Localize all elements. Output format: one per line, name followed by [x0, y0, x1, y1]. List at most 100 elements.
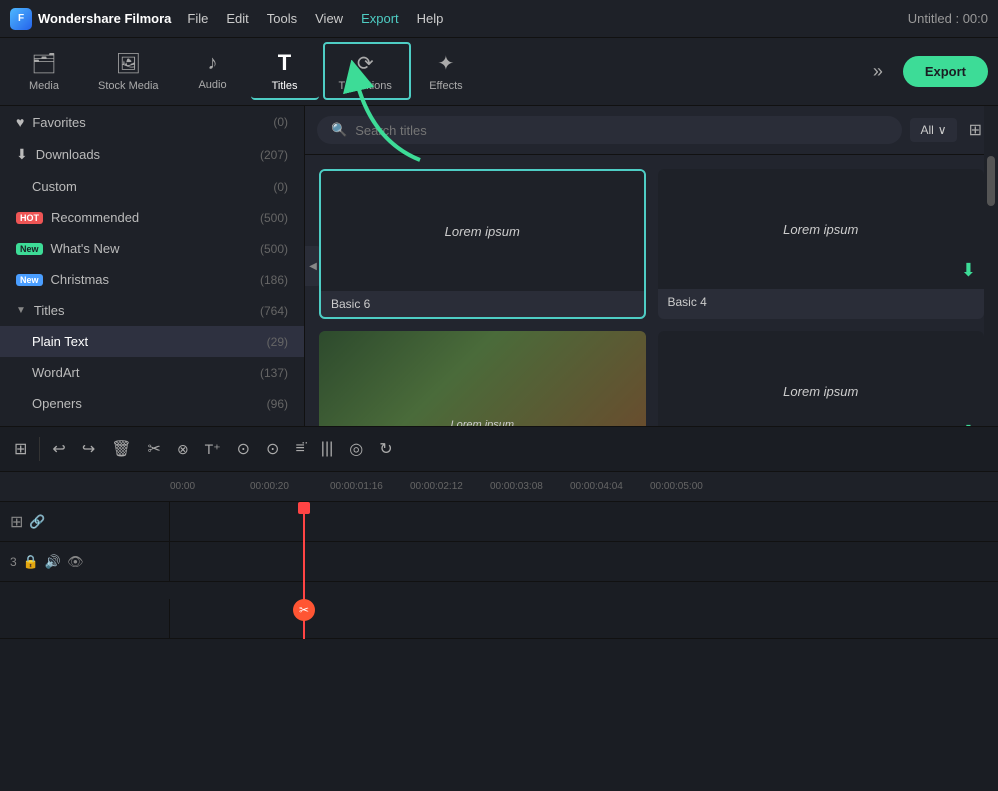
menu-left: F Wondershare Filmora File Edit Tools Vi…	[10, 8, 443, 30]
export-button[interactable]: Export	[903, 56, 988, 87]
timeline-row-1-label: ⊞ 🔗	[0, 502, 170, 541]
recommended-count: (500)	[260, 211, 288, 225]
playhead-diamond[interactable]: ✂	[293, 599, 315, 621]
toolbar-expand-btn[interactable]: »	[865, 53, 891, 90]
menu-export[interactable]: Export	[361, 11, 399, 26]
title-label-basic4: Basic 4	[658, 289, 985, 315]
title-card-basic1[interactable]: Lorem ipsum Basic 1	[319, 331, 646, 426]
preview-text-basic6: Lorem ipsum	[445, 224, 520, 239]
time-marker-1: 00:00:20	[250, 481, 330, 492]
custom-label: Custom	[32, 179, 77, 194]
stock-icon: 🖼	[116, 51, 141, 76]
rotate-icon[interactable]: ↻	[375, 435, 396, 463]
redo-icon[interactable]: ↪	[78, 435, 99, 463]
sidebar-item-recommended[interactable]: HOT Recommended (500)	[0, 202, 304, 233]
media-icon: 🗂	[31, 51, 56, 76]
undo-icon[interactable]: ↩	[48, 435, 69, 463]
bars-icon[interactable]: |||	[317, 436, 337, 462]
christmas-label: Christmas	[51, 272, 110, 287]
search-input-wrap[interactable]: 🔍	[317, 116, 902, 144]
timeline-row-3	[0, 599, 998, 639]
stock-label: Stock Media	[98, 80, 159, 92]
delete-icon[interactable]: 🗑	[107, 435, 135, 463]
audio-label: Audio	[198, 79, 226, 91]
title-card-basic5[interactable]: Lorem ipsum ⬇ Basic 5	[658, 331, 985, 426]
timeline-header: 00:00 00:00:20 00:00:01:16 00:00:02:12 0…	[0, 472, 998, 502]
menu-tools[interactable]: Tools	[267, 11, 297, 26]
titles-grid: Lorem ipsum Basic 6 Lorem ipsum ⬇ Basic …	[305, 155, 998, 426]
menu-help[interactable]: Help	[417, 11, 444, 26]
time-icon[interactable]: ⊙	[233, 435, 254, 463]
titles-icon: T	[278, 50, 291, 76]
time-marker-3: 00:00:02:12	[410, 481, 490, 492]
sidebar-item-downloads[interactable]: ⬇ Downloads (207)	[0, 138, 304, 171]
logo-icon: F	[10, 8, 32, 30]
grid-icon[interactable]: ⊞	[10, 435, 31, 463]
main-area: ♥ Favorites (0) ⬇ Downloads (207) Custom…	[0, 106, 998, 426]
title-card-basic4[interactable]: Lorem ipsum ⬇ Basic 4	[658, 169, 985, 319]
add-track-icon[interactable]: ⊞	[10, 512, 23, 532]
download-icon-basic5[interactable]: ⬇	[961, 422, 976, 426]
menu-view[interactable]: View	[315, 11, 343, 26]
titles-sidebar-label: Titles	[34, 303, 65, 318]
sidebar-item-openers[interactable]: Openers (96)	[0, 388, 304, 419]
cut-icon[interactable]: ✂	[144, 435, 165, 463]
circle-icon[interactable]: ◎	[345, 435, 367, 463]
time-marker-2: 00:00:01:16	[330, 481, 410, 492]
sidebar-item-christmas[interactable]: New Christmas (186)	[0, 264, 304, 295]
eye-icon[interactable]: 👁	[67, 554, 84, 570]
clock-icon[interactable]: ⊙	[262, 435, 283, 463]
plain-text-label: Plain Text	[32, 334, 88, 349]
whats-new-count: (500)	[260, 242, 288, 256]
toolbar-titles-btn[interactable]: T Titles	[251, 44, 319, 100]
right-scrollbar[interactable]	[984, 106, 998, 426]
time-marker-5: 00:00:04:04	[570, 481, 650, 492]
grid-view-btn[interactable]: ⊞	[965, 116, 986, 144]
track-num-icon: 3	[10, 555, 17, 569]
sidebar-item-wordart[interactable]: WordArt (137)	[0, 357, 304, 388]
favorites-icon: ♥	[16, 114, 24, 130]
filter-chevron-icon: ∨	[938, 123, 947, 137]
toolbar-effects-btn[interactable]: ✦ Effects	[412, 45, 480, 98]
text-icon[interactable]: T⁺	[201, 437, 225, 462]
toolbar-media-btn[interactable]: 🗂 Media	[10, 45, 78, 98]
toolbar-audio-btn[interactable]: ♪ Audio	[179, 46, 247, 97]
menu-file[interactable]: File	[187, 11, 208, 26]
menu-bar: F Wondershare Filmora File Edit Tools Vi…	[0, 0, 998, 38]
sidebar-item-custom[interactable]: Custom (0)	[0, 171, 304, 202]
timeline-row-2: 3 🔒 🔊 👁	[0, 542, 998, 582]
toolbar-transitions-btn[interactable]: ⟳ Transitions	[323, 45, 408, 98]
filter-select[interactable]: All ∨	[910, 118, 956, 142]
wordart-count: (137)	[260, 366, 288, 380]
downloads-icon: ⬇	[16, 146, 28, 163]
sidebar-item-whats-new[interactable]: New What's New (500)	[0, 233, 304, 264]
volume-icon[interactable]: 🔊	[45, 554, 61, 570]
playhead-top	[298, 502, 310, 514]
title-card-basic6[interactable]: Lorem ipsum Basic 6	[319, 169, 646, 319]
equalizer-icon[interactable]: ≡̈	[291, 436, 308, 462]
search-input[interactable]	[355, 123, 888, 138]
effects-icon: ✦	[438, 51, 455, 76]
crop-icon[interactable]: ⊗	[173, 437, 193, 462]
preview-text-basic4: Lorem ipsum	[783, 222, 858, 237]
toolbar-stock-btn[interactable]: 🖼 Stock Media	[82, 45, 175, 98]
bottom-toolbar: ⊞ ↩ ↪ 🗑 ✂ ⊗ T⁺ ⊙ ⊙ ≡̈ ||| ◎ ↻	[0, 426, 998, 472]
menu-edit[interactable]: Edit	[226, 11, 248, 26]
lock-icon[interactable]: 🔒	[23, 554, 39, 570]
audio-icon: ♪	[208, 52, 218, 75]
titles-count: (764)	[260, 304, 288, 318]
app-logo: F Wondershare Filmora	[10, 8, 171, 30]
timeline-row-2-label: 3 🔒 🔊 👁	[0, 542, 170, 581]
sidebar-item-titles[interactable]: ▼ Titles (764)	[0, 295, 304, 326]
transitions-label: Transitions	[339, 80, 392, 92]
download-icon-basic4[interactable]: ⬇	[961, 260, 976, 281]
sidebar-item-plain-text[interactable]: Plain Text (29)	[0, 326, 304, 357]
search-icon: 🔍	[331, 122, 347, 138]
time-marker-6: 00:00:05:00	[650, 481, 730, 492]
sidebar-item-favorites[interactable]: ♥ Favorites (0)	[0, 106, 304, 138]
title-preview-basic5: Lorem ipsum ⬇	[658, 331, 985, 426]
favorites-count: (0)	[273, 115, 288, 129]
filter-label: All	[920, 123, 933, 137]
wordart-label: WordArt	[32, 365, 79, 380]
bt-sep-1	[39, 437, 40, 461]
